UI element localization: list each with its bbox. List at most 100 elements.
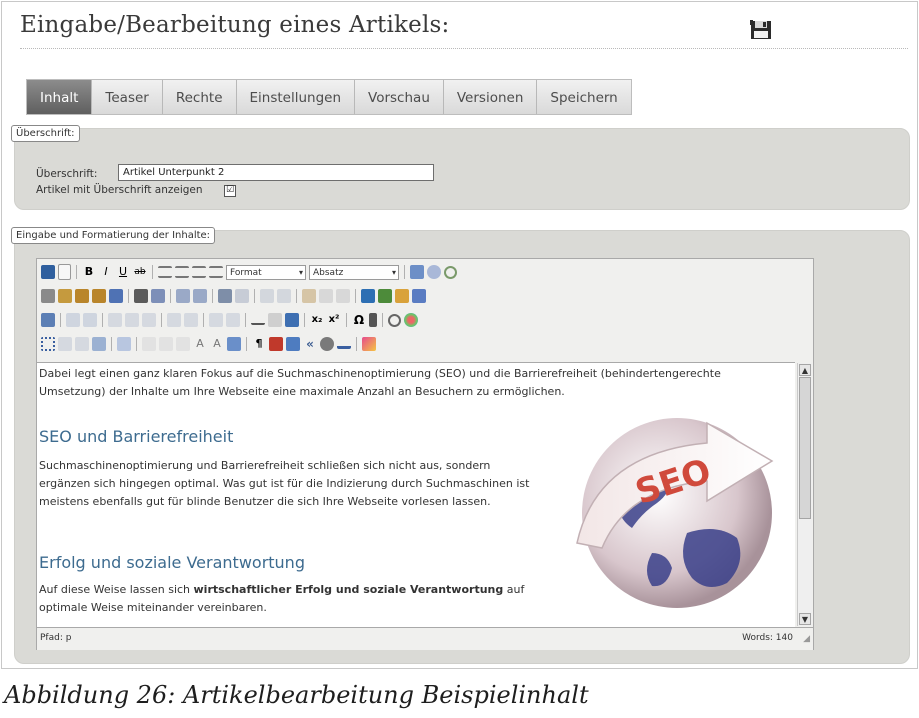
merge-cells-icon[interactable]: [184, 313, 198, 327]
remove-format-icon[interactable]: [268, 313, 282, 327]
tab-speichern[interactable]: Speichern: [537, 80, 630, 114]
link-icon[interactable]: [302, 289, 316, 303]
paste-text-icon[interactable]: [92, 289, 106, 303]
column-before-icon[interactable]: [209, 313, 223, 327]
insert-time-icon[interactable]: [286, 337, 300, 351]
split-cell-icon[interactable]: [142, 313, 156, 327]
editor-statusbar: Pfad: p Words: 140 ◢: [37, 627, 813, 650]
resize-handle-icon[interactable]: ◢: [803, 634, 810, 644]
help-icon[interactable]: [427, 265, 441, 279]
paragraph-select[interactable]: Absatz ▾: [309, 264, 399, 280]
image-icon[interactable]: [378, 289, 392, 303]
preview-icon[interactable]: [362, 337, 376, 351]
subscript-icon[interactable]: x₂: [310, 313, 324, 327]
template-icon[interactable]: [227, 337, 241, 351]
print-icon[interactable]: [320, 337, 334, 351]
find-icon[interactable]: [134, 289, 148, 303]
format-select-label: Format: [230, 267, 262, 278]
toolbar-separator: [346, 313, 347, 327]
font-color-icon[interactable]: A: [193, 337, 207, 351]
save-icon[interactable]: [41, 265, 55, 279]
cleanup-icon[interactable]: [395, 289, 409, 303]
unlink-icon[interactable]: [319, 289, 333, 303]
indent-icon[interactable]: [235, 289, 249, 303]
cite-icon[interactable]: [142, 337, 156, 351]
toolbar-separator: [60, 313, 61, 327]
numbered-list-icon[interactable]: [193, 289, 207, 303]
color-picker-icon[interactable]: [404, 313, 418, 327]
erfolg-text-bold: wirtschaftlicher Erfolg und soziale Vera…: [193, 583, 504, 596]
toolbar-separator: [161, 313, 162, 327]
style-props-icon[interactable]: [117, 337, 131, 351]
scroll-down-icon[interactable]: ▼: [799, 613, 811, 625]
replace-icon[interactable]: [151, 289, 165, 303]
toolbar-separator: [111, 337, 112, 351]
tab-teaser[interactable]: Teaser: [92, 80, 163, 114]
superscript-style-icon[interactable]: [167, 313, 181, 327]
html-source-icon[interactable]: [410, 265, 424, 279]
insert-row-icon[interactable]: [108, 313, 122, 327]
anchor-icon[interactable]: [336, 289, 350, 303]
undo-icon[interactable]: [260, 289, 274, 303]
paragraph-select-label: Absatz: [313, 267, 344, 278]
align-justify-icon[interactable]: [209, 266, 223, 278]
bullet-list-icon[interactable]: [176, 289, 190, 303]
heading-input[interactable]: [118, 164, 434, 181]
pilcrow-icon[interactable]: ¶: [252, 337, 266, 351]
nonbreaking-icon[interactable]: [337, 340, 351, 349]
new-document-icon[interactable]: [58, 264, 71, 280]
cut-icon[interactable]: [41, 289, 55, 303]
editor-content-area[interactable]: Dabei legt einen ganz klaren Fokus auf d…: [37, 362, 795, 627]
align-left-icon[interactable]: [158, 266, 172, 278]
insert-date-icon[interactable]: [269, 337, 283, 351]
special-char-icon[interactable]: Ω: [352, 313, 366, 327]
blockquote-icon[interactable]: «: [303, 337, 317, 351]
tab-versionen[interactable]: Versionen: [444, 80, 538, 114]
zoom-icon[interactable]: [444, 265, 457, 279]
horizontal-rule-icon[interactable]: [251, 316, 265, 325]
column-after-icon[interactable]: [226, 313, 240, 327]
strikethrough-icon[interactable]: ab: [133, 265, 147, 279]
tab-vorschau[interactable]: Vorschau: [355, 80, 444, 114]
copy-icon[interactable]: [58, 289, 72, 303]
outdent-icon[interactable]: [218, 289, 232, 303]
paste-icon[interactable]: [75, 289, 89, 303]
bold-icon[interactable]: B: [82, 265, 96, 279]
anchor-symbol-icon[interactable]: [361, 289, 375, 303]
italic-icon[interactable]: I: [99, 265, 113, 279]
scroll-up-icon[interactable]: ▲: [799, 364, 811, 376]
tab-inhalt[interactable]: Inhalt: [27, 80, 93, 114]
show-heading-checkbox[interactable]: ☑: [224, 185, 236, 197]
fullscreen-icon[interactable]: [41, 337, 55, 351]
scroll-thumb[interactable]: [799, 377, 811, 519]
align-center-icon[interactable]: [175, 266, 189, 278]
move-backward-icon[interactable]: [92, 337, 106, 351]
paste-word-icon[interactable]: [109, 289, 123, 303]
element-path[interactable]: Pfad: p: [40, 633, 71, 643]
toolbar-separator: [245, 313, 246, 327]
tab-einstellungen[interactable]: Einstellungen: [237, 80, 356, 114]
redo-icon[interactable]: [277, 289, 291, 303]
move-forward-icon[interactable]: [75, 337, 89, 351]
editor-scrollbar[interactable]: ▲ ▼: [797, 363, 812, 626]
table-row-icon[interactable]: [83, 313, 97, 327]
abbr-icon[interactable]: [159, 337, 173, 351]
table-icon[interactable]: [66, 313, 80, 327]
visual-aid-icon[interactable]: [285, 313, 299, 327]
edit-icon[interactable]: [41, 313, 55, 327]
tab-rechte[interactable]: Rechte: [163, 80, 237, 114]
superscript-icon[interactable]: x²: [327, 313, 341, 327]
underline-icon[interactable]: U: [116, 265, 130, 279]
emotions-icon[interactable]: [388, 313, 401, 327]
insert-layer-icon[interactable]: [58, 337, 72, 351]
floppy-disk-icon[interactable]: [750, 20, 772, 40]
format-select[interactable]: Format ▾: [226, 264, 306, 280]
title-divider: [20, 48, 908, 49]
acronym-icon[interactable]: [176, 337, 190, 351]
background-color-icon[interactable]: A: [210, 337, 224, 351]
delete-row-icon[interactable]: [125, 313, 139, 327]
media-icon[interactable]: [369, 313, 377, 327]
toolbar-separator: [128, 289, 129, 303]
spellcheck-icon[interactable]: [412, 289, 426, 303]
align-right-icon[interactable]: [192, 266, 206, 278]
